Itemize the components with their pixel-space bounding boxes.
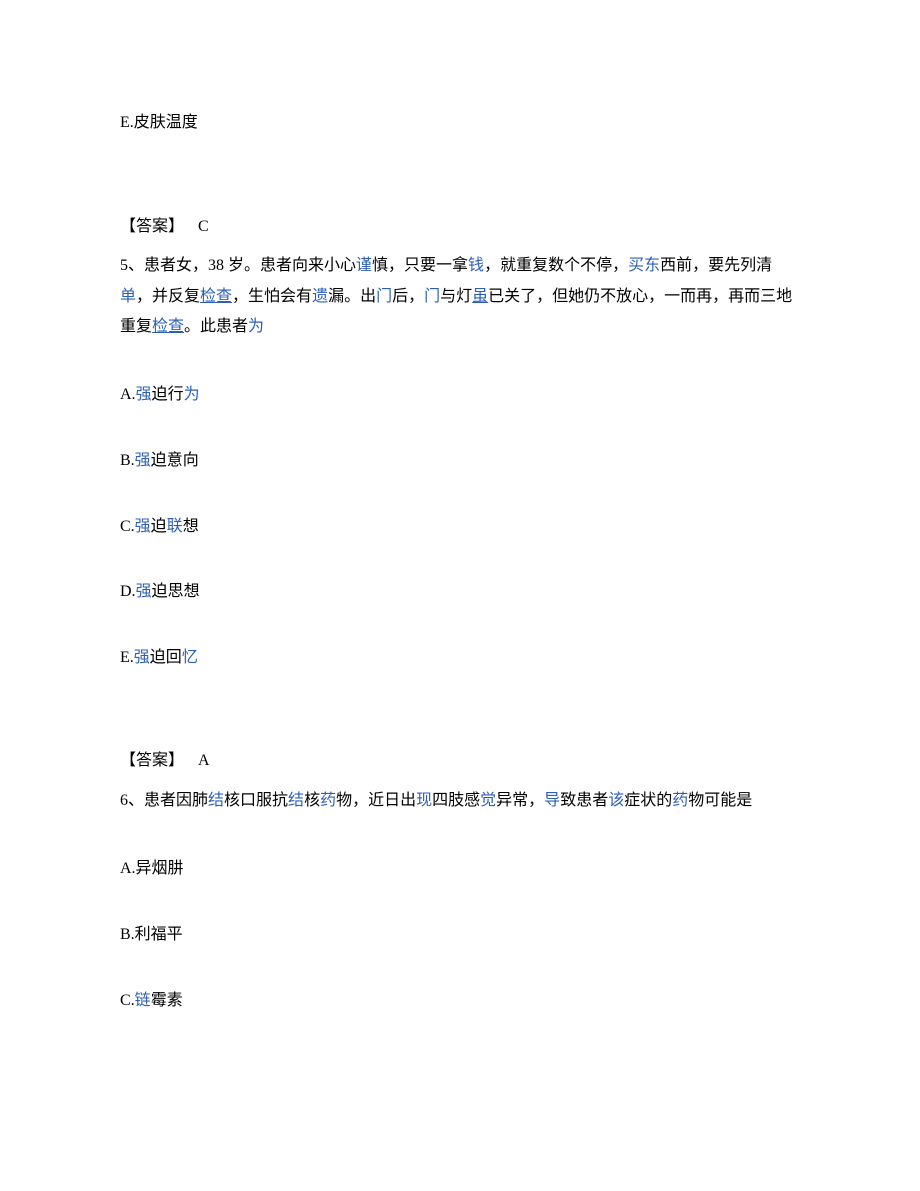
q5-option-d: D.强迫思想 (120, 579, 800, 605)
answer-value: C (198, 218, 209, 235)
q6-option-a: A.异烟肼 (120, 856, 800, 882)
q5-option-b: B.强迫意向 (120, 448, 800, 474)
answer-value: A (198, 752, 210, 769)
q5-text: 5、患者女，38 岁。患者向来小心谨慎，只要一拿钱，就重复数个不停，买东西前，要… (120, 251, 800, 342)
q6-text: 6、患者因肺结核口服抗结核药物，近日出现四肢感觉异常，导致患者该症状的药物可能是 (120, 786, 800, 816)
q5-option-e: E.强迫回忆 (120, 645, 800, 671)
q5-option-a: A.强迫行为 (120, 382, 800, 408)
q4-answer: 【答案】 C (120, 214, 800, 240)
answer-label-text: 【答案】 (120, 752, 184, 769)
q6-option-c: C.链霉素 (120, 988, 800, 1014)
answer-label-text: 【答案】 (120, 218, 184, 235)
q5-option-c: C.强迫联想 (120, 514, 800, 540)
q4-option-e: E.皮肤温度 (120, 110, 800, 136)
q6-option-b: B.利福平 (120, 922, 800, 948)
q5-answer: 【答案】 A (120, 748, 800, 774)
